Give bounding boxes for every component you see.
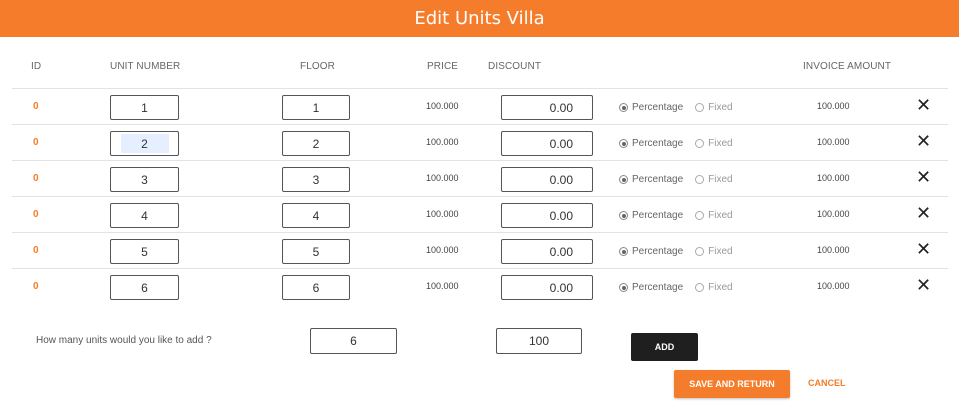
table-row: 0 3 3 100.000 0.00 Percentage Fixed 100.000 ✕ bbox=[12, 160, 948, 196]
invoice-amount-value: 100.000 bbox=[817, 137, 850, 147]
discount-type-group: Percentage Fixed bbox=[619, 102, 733, 113]
discount-input[interactable]: 0.00 bbox=[501, 203, 593, 228]
unit-number-input[interactable]: 3 bbox=[110, 167, 179, 192]
floor-input[interactable]: 6 bbox=[282, 275, 350, 300]
unit-number-value: 4 bbox=[141, 208, 148, 223]
fixed-radio-icon[interactable] bbox=[695, 247, 705, 256]
cancel-button[interactable]: CANCEL bbox=[808, 378, 846, 388]
fixed-radio-icon[interactable] bbox=[695, 283, 705, 292]
column-header-price: PRICE bbox=[427, 61, 459, 72]
floor-input[interactable]: 1 bbox=[282, 95, 350, 120]
percentage-radio-label[interactable]: Percentage bbox=[632, 210, 683, 221]
add-quantity-input[interactable]: 6 bbox=[310, 328, 397, 354]
unit-number-input[interactable]: 2 bbox=[110, 131, 179, 156]
column-header-unit-number: UNIT NUMBER bbox=[110, 61, 181, 72]
discount-input[interactable]: 0.00 bbox=[501, 275, 593, 300]
row-id: 0 bbox=[33, 245, 39, 256]
column-header-floor: FLOOR bbox=[300, 61, 335, 72]
floor-input[interactable]: 5 bbox=[282, 239, 350, 264]
unit-number-value: 2 bbox=[120, 134, 169, 153]
percentage-radio-icon[interactable] bbox=[619, 247, 628, 256]
table-row: 0 1 1 100.000 0.00 Percentage Fixed 100.000 ✕ bbox=[12, 88, 948, 124]
unit-number-input[interactable]: 6 bbox=[110, 275, 179, 300]
fixed-radio-icon[interactable] bbox=[695, 175, 705, 184]
fixed-radio-icon[interactable] bbox=[695, 103, 705, 112]
fixed-radio-icon[interactable] bbox=[695, 139, 705, 148]
percentage-radio-label[interactable]: Percentage bbox=[632, 138, 683, 149]
fixed-radio-label[interactable]: Fixed bbox=[708, 246, 732, 257]
percentage-radio-label[interactable]: Percentage bbox=[632, 174, 683, 185]
fixed-radio-label[interactable]: Fixed bbox=[708, 174, 732, 185]
percentage-radio-label[interactable]: Percentage bbox=[632, 282, 683, 293]
page-title: Edit Units Villa bbox=[414, 8, 545, 29]
discount-type-group: Percentage Fixed bbox=[619, 174, 733, 185]
close-icon[interactable]: ✕ bbox=[916, 275, 931, 295]
invoice-amount-value: 100.000 bbox=[817, 173, 850, 183]
add-price-input[interactable]: 100 bbox=[496, 328, 582, 354]
row-id: 0 bbox=[33, 173, 39, 184]
unit-number-input[interactable]: 4 bbox=[110, 203, 179, 228]
percentage-radio-icon[interactable] bbox=[619, 283, 628, 292]
add-units-label: How many units would you like to add ? bbox=[36, 335, 212, 346]
percentage-radio-label[interactable]: Percentage bbox=[632, 246, 683, 257]
invoice-amount-value: 100.000 bbox=[817, 101, 850, 111]
row-id: 0 bbox=[33, 101, 39, 112]
table-row: 0 5 5 100.000 0.00 Percentage Fixed 100.000 ✕ bbox=[12, 232, 948, 268]
percentage-radio-icon[interactable] bbox=[619, 175, 628, 184]
unit-number-input[interactable]: 1 bbox=[110, 95, 179, 120]
price-value: 100.000 bbox=[426, 137, 459, 147]
fixed-radio-label[interactable]: Fixed bbox=[708, 282, 732, 293]
invoice-amount-value: 100.000 bbox=[817, 245, 850, 255]
table-row: 0 4 4 100.000 0.00 Percentage Fixed 100.000 ✕ bbox=[12, 196, 948, 232]
discount-type-group: Percentage Fixed bbox=[619, 138, 733, 149]
table-row: 0 6 6 100.000 0.00 Percentage Fixed 100.000 ✕ bbox=[12, 268, 948, 304]
row-id: 0 bbox=[33, 137, 39, 148]
fixed-radio-label[interactable]: Fixed bbox=[708, 210, 732, 221]
row-id: 0 bbox=[33, 281, 39, 292]
page-header: Edit Units Villa bbox=[0, 0, 959, 37]
table-row: 0 2 2 100.000 0.00 Percentage Fixed 100.000 ✕ bbox=[12, 124, 948, 160]
unit-number-value: 5 bbox=[141, 244, 148, 259]
discount-type-group: Percentage Fixed bbox=[619, 210, 733, 221]
unit-number-input[interactable]: 5 bbox=[110, 239, 179, 264]
fixed-radio-label[interactable]: Fixed bbox=[708, 102, 732, 113]
close-icon[interactable]: ✕ bbox=[916, 167, 931, 187]
close-icon[interactable]: ✕ bbox=[916, 239, 931, 259]
floor-input[interactable]: 4 bbox=[282, 203, 350, 228]
row-id: 0 bbox=[33, 209, 39, 220]
add-button[interactable]: ADD bbox=[631, 333, 698, 361]
discount-input[interactable]: 0.00 bbox=[501, 239, 593, 264]
percentage-radio-icon[interactable] bbox=[619, 139, 628, 148]
close-icon[interactable]: ✕ bbox=[916, 203, 931, 223]
discount-type-group: Percentage Fixed bbox=[619, 246, 733, 257]
save-and-return-button[interactable]: SAVE AND RETURN bbox=[674, 370, 790, 398]
invoice-amount-value: 100.000 bbox=[817, 281, 850, 291]
column-header-invoice-amount: INVOICE AMOUNT bbox=[803, 61, 892, 72]
discount-type-group: Percentage Fixed bbox=[619, 282, 733, 293]
unit-number-value: 6 bbox=[141, 280, 148, 295]
price-value: 100.000 bbox=[426, 281, 459, 291]
price-value: 100.000 bbox=[426, 173, 459, 183]
price-value: 100.000 bbox=[426, 101, 459, 111]
unit-number-value: 3 bbox=[141, 172, 148, 187]
unit-number-value: 1 bbox=[141, 100, 148, 115]
fixed-radio-label[interactable]: Fixed bbox=[708, 138, 732, 149]
fixed-radio-icon[interactable] bbox=[695, 211, 705, 220]
invoice-amount-value: 100.000 bbox=[817, 209, 850, 219]
close-icon[interactable]: ✕ bbox=[916, 95, 931, 115]
percentage-radio-label[interactable]: Percentage bbox=[632, 102, 683, 113]
percentage-radio-icon[interactable] bbox=[619, 103, 628, 112]
floor-input[interactable]: 2 bbox=[282, 131, 350, 156]
price-value: 100.000 bbox=[426, 245, 459, 255]
price-value: 100.000 bbox=[426, 209, 459, 219]
discount-input[interactable]: 0.00 bbox=[501, 131, 593, 156]
column-header-discount: DISCOUNT bbox=[488, 61, 542, 72]
column-header-id: ID bbox=[31, 61, 42, 72]
close-icon[interactable]: ✕ bbox=[916, 131, 931, 151]
discount-input[interactable]: 0.00 bbox=[501, 95, 593, 120]
floor-input[interactable]: 3 bbox=[282, 167, 350, 192]
discount-input[interactable]: 0.00 bbox=[501, 167, 593, 192]
percentage-radio-icon[interactable] bbox=[619, 211, 628, 220]
